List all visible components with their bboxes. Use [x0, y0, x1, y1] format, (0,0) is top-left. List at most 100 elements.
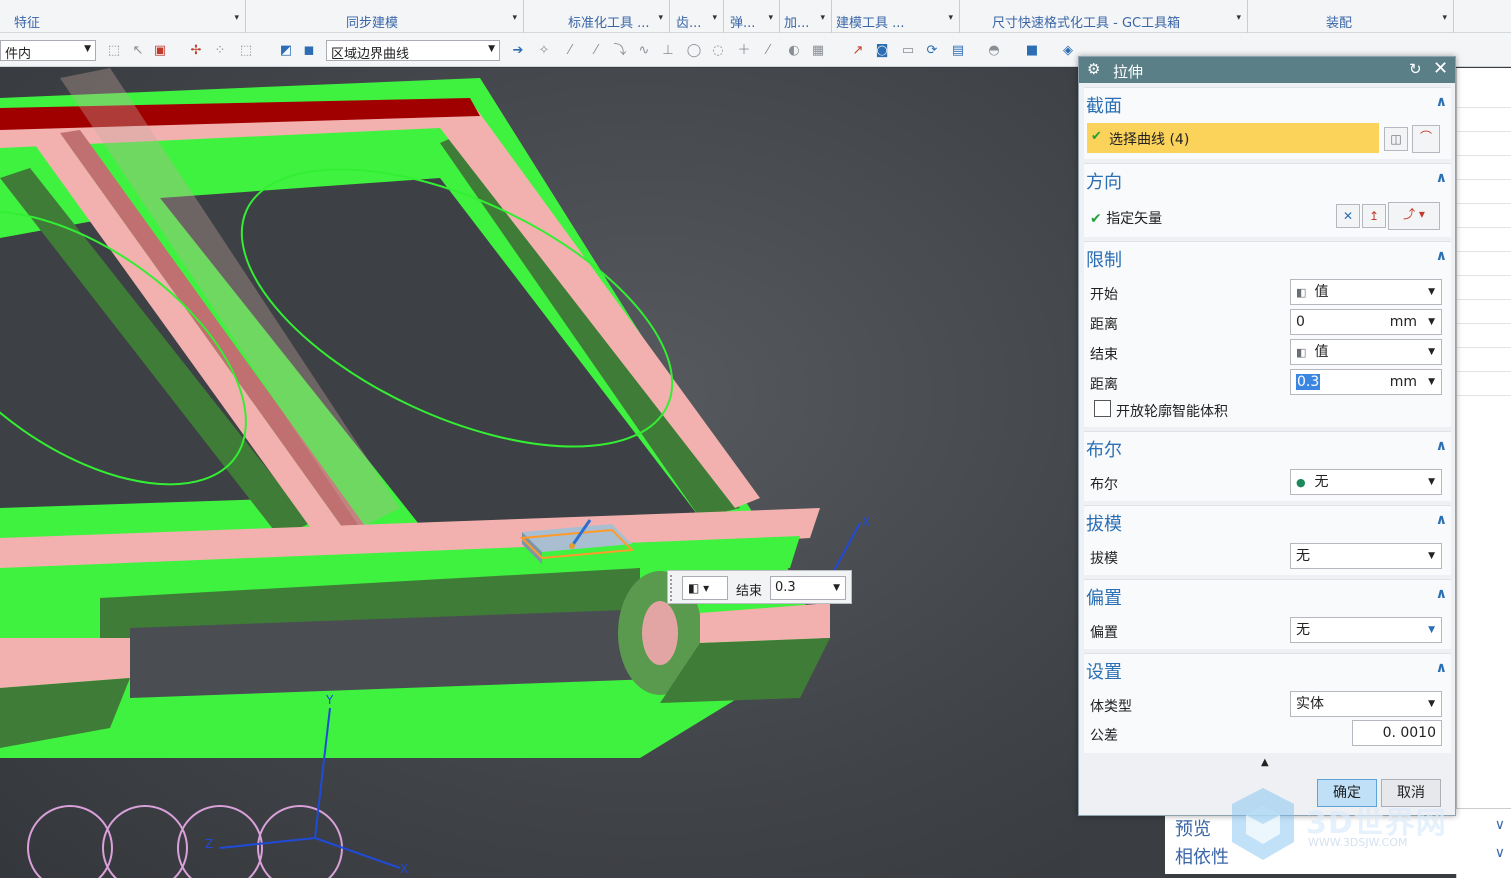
list-item[interactable]	[1457, 252, 1511, 276]
section-header[interactable]: 限制	[1084, 246, 1122, 272]
collapse-icon[interactable]: ∧	[1436, 586, 1447, 602]
inline-end-distance-widget[interactable]: ◧ ▾ 结束 0.3 ▼	[667, 570, 852, 604]
close-icon[interactable]: ✕	[1433, 58, 1448, 79]
refresh-icon[interactable]: ⟳	[924, 43, 940, 59]
chevron-down-icon[interactable]: ▾	[1442, 13, 1447, 23]
ribbon-group-modeling-tools[interactable]: 建模工具 ... ▾	[832, 0, 960, 33]
collapse-icon[interactable]: ∧	[1436, 512, 1447, 528]
vector-dialog-icon[interactable]: ↥	[1362, 204, 1386, 228]
ribbon-group-spring[interactable]: 弹... ▾	[724, 0, 780, 33]
gear-icon[interactable]: ⚙	[1087, 60, 1100, 78]
inline-end-value-field[interactable]: 0.3 ▼	[770, 576, 846, 600]
section-view-icon[interactable]: ◓	[986, 43, 1002, 59]
chevron-down-icon[interactable]: ▼	[833, 577, 840, 599]
ribbon-group-gc-toolbox[interactable]: 尺寸快速格式化工具 - GC工具箱 ▾	[960, 0, 1248, 33]
line-icon[interactable]: ⁄	[562, 43, 578, 59]
preview-panel-label[interactable]: 预览	[1175, 815, 1211, 841]
collapse-icon[interactable]: ∧	[1436, 94, 1447, 110]
list-item[interactable]	[1457, 108, 1511, 132]
list-item[interactable]	[1457, 348, 1511, 372]
ribbon-group-gear[interactable]: 齿... ▾	[670, 0, 724, 33]
circle-center-icon[interactable]: ◯	[686, 43, 702, 59]
offset-dropdown[interactable]: 无 ▼	[1290, 617, 1442, 643]
graphics-viewport[interactable]: Y Z X X ◧ ▾ 结束 0.3 ▼	[0, 68, 1080, 878]
list-item[interactable]	[1457, 276, 1511, 300]
select-curve-row[interactable]: ✔ 选择曲线 (4)	[1087, 123, 1379, 153]
body-type-dropdown[interactable]: 实体 ▼	[1290, 691, 1442, 717]
dependencies-panel-label[interactable]: 相依性	[1175, 843, 1229, 869]
open-profile-checkbox[interactable]	[1094, 400, 1111, 417]
ribbon-group-standard-tools[interactable]: 标准化工具 ... ▾	[524, 0, 670, 33]
end-distance-field[interactable]: 0.3 mm ▼	[1290, 369, 1442, 395]
vector-type-dropdown[interactable]: ⤴ ▾	[1388, 202, 1440, 230]
tolerance-field[interactable]: 0. 0010	[1352, 720, 1442, 746]
list-item[interactable]	[1457, 132, 1511, 156]
curve-icon[interactable]: ⤵	[612, 43, 628, 59]
feature-select-icon[interactable]: ▣	[152, 43, 168, 59]
move-icon[interactable]: ✢	[188, 43, 204, 59]
camera-icon[interactable]: ◙	[874, 43, 890, 59]
collapse-more-icon[interactable]: ▲	[1261, 757, 1269, 768]
curve-rule-combo[interactable]: 区域边界曲线 ▼	[326, 40, 500, 61]
grid-icon[interactable]: ▦	[810, 43, 826, 59]
sketch-section-icon[interactable]: ◫	[1384, 127, 1408, 151]
drag-handle[interactable]	[670, 575, 674, 601]
tangent-icon[interactable]: ⁄	[760, 43, 776, 59]
chevron-down-icon[interactable]: ▾	[768, 13, 773, 23]
spline-icon[interactable]: ∿	[636, 43, 652, 59]
quadrant-icon[interactable]: ◌	[710, 43, 726, 59]
collapse-icon[interactable]: ∧	[1436, 660, 1447, 676]
collapse-icon[interactable]: ∧	[1436, 438, 1447, 454]
list-item[interactable]	[1457, 372, 1511, 396]
collapse-icon[interactable]: ∧	[1436, 170, 1447, 186]
chevron-down-icon[interactable]: ▾	[712, 13, 717, 23]
pattern-icon[interactable]: ⁘	[212, 43, 228, 59]
collapse-icon[interactable]: ∧	[1436, 248, 1447, 264]
chevron-down-icon[interactable]: ▾	[658, 13, 663, 23]
axis-icon[interactable]: ↗	[850, 43, 866, 59]
chevron-down-icon[interactable]: ▾	[234, 13, 239, 23]
ribbon-group-sync-modeling[interactable]: 同步建模 ▾	[246, 0, 524, 33]
boolean-dropdown[interactable]: ● 无 ▼	[1290, 469, 1442, 495]
list-item[interactable]	[1457, 324, 1511, 348]
list-item[interactable]	[1457, 204, 1511, 228]
render-icon[interactable]: ◈	[1060, 43, 1076, 59]
face-icon[interactable]: ◐	[786, 43, 802, 59]
ribbon-group-machining[interactable]: 加... ▾	[780, 0, 832, 33]
screen-icon[interactable]: ▭	[900, 43, 916, 59]
list-item[interactable]	[1457, 300, 1511, 324]
ribbon-group-assembly[interactable]: 装配 ▾	[1248, 0, 1454, 33]
draft-dropdown[interactable]: 无 ▼	[1290, 543, 1442, 569]
list-item[interactable]	[1457, 180, 1511, 204]
chevron-down-icon[interactable]: ▾	[820, 13, 825, 23]
section-header[interactable]: 方向	[1084, 168, 1122, 194]
limit-type-dropdown[interactable]: ◧ ▾	[682, 576, 728, 600]
intersection-icon[interactable]: ⊥	[660, 43, 676, 59]
start-type-dropdown[interactable]: ◧ 值 ▼	[1290, 279, 1442, 305]
section-header[interactable]: 布尔	[1084, 436, 1122, 462]
chevron-down-icon[interactable]: ▾	[1236, 13, 1241, 23]
reverse-direction-icon[interactable]: ✕	[1336, 204, 1360, 228]
select-icon[interactable]: ↖	[130, 43, 146, 59]
model-canvas[interactable]: Y Z X X	[0, 68, 1080, 878]
view-shade-icon[interactable]: ◩	[278, 43, 294, 59]
plus-icon[interactable]: ＋	[736, 43, 752, 59]
snap-icon[interactable]: ⬚	[106, 43, 122, 59]
section-header[interactable]: 设置	[1084, 658, 1122, 684]
arrow-right-icon[interactable]: ➔	[510, 43, 526, 59]
end-type-dropdown[interactable]: ◧ 值 ▼	[1290, 339, 1442, 365]
curve-select-icon[interactable]: ⌒	[1412, 125, 1440, 153]
list-item[interactable]	[1457, 156, 1511, 180]
cube-icon[interactable]: ■	[1024, 43, 1040, 59]
line-end-icon[interactable]: ⁄	[588, 43, 604, 59]
ribbon-group-feature[interactable]: 特征 ▾	[0, 0, 246, 33]
section-header[interactable]: 截面	[1084, 92, 1122, 118]
section-header[interactable]: 偏置	[1084, 584, 1122, 610]
chevron-down-icon[interactable]: ▾	[948, 13, 953, 23]
table-icon[interactable]: ▤	[950, 43, 966, 59]
reset-icon[interactable]: ↻	[1409, 60, 1422, 78]
snap-point-icon[interactable]: ✧	[536, 43, 552, 59]
section-header[interactable]: 拔模	[1084, 510, 1122, 536]
chevron-down-icon[interactable]: ▾	[512, 13, 517, 23]
list-item[interactable]	[1457, 228, 1511, 252]
